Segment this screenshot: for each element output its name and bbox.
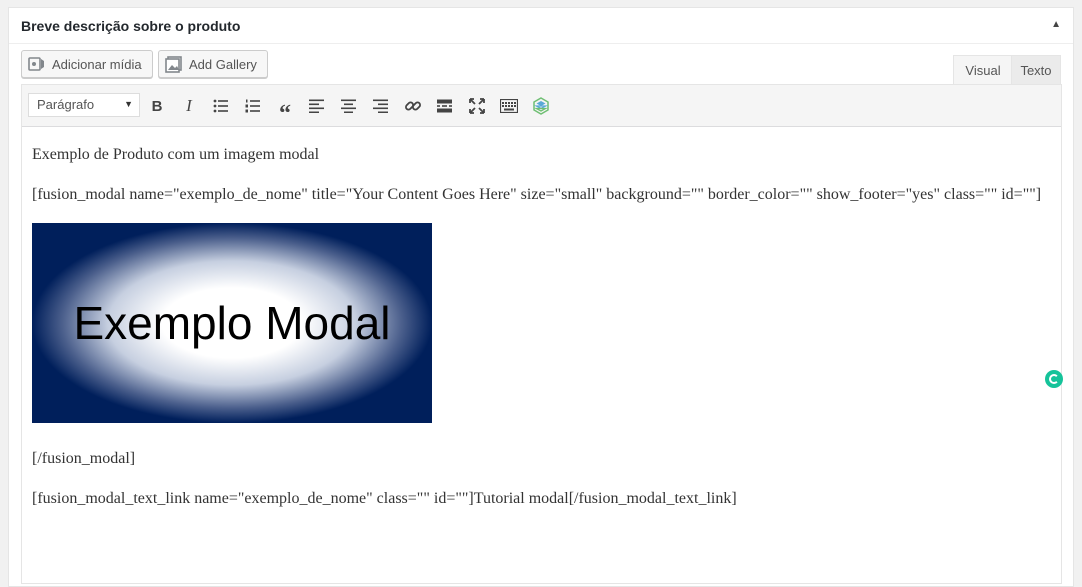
add-media-label: Adicionar mídia: [52, 56, 142, 72]
media-icon: [28, 55, 46, 73]
tab-visual[interactable]: Visual: [953, 55, 1013, 85]
arrow-up-icon[interactable]: ▲: [1051, 19, 1061, 30]
read-more-icon[interactable]: [434, 95, 456, 117]
bold-icon[interactable]: B: [146, 95, 168, 117]
product-short-description-box: Breve descrição sobre o produto ▲ Adicio…: [8, 7, 1074, 587]
content-paragraph-2: [fusion_modal name="exemplo_de_nome" tit…: [32, 186, 1042, 203]
add-gallery-label: Add Gallery: [189, 56, 257, 72]
modal-example-image[interactable]: Exemplo Modal: [32, 223, 432, 423]
align-right-icon[interactable]: [370, 95, 392, 117]
editor-content[interactable]: Exemplo de Produto com um imagem modal […: [32, 143, 1051, 527]
chevron-down-icon: ▼: [124, 99, 133, 109]
align-center-icon[interactable]: [338, 95, 360, 117]
postbox-header: Breve descrição sobre o produto ▲: [9, 8, 1073, 44]
italic-icon[interactable]: I: [178, 95, 200, 117]
align-left-icon[interactable]: [306, 95, 328, 117]
gallery-icon: [165, 55, 183, 73]
bulleted-list-icon[interactable]: [210, 95, 232, 117]
format-select[interactable]: Parágrafo ▼: [28, 93, 140, 117]
editor-toolbar: Parágrafo ▼ B I “: [22, 85, 1061, 127]
blockquote-icon[interactable]: “: [274, 95, 296, 127]
editor-area: Parágrafo ▼ B I “ Exemplo de Produto com…: [21, 84, 1062, 584]
toolbar-toggle-icon[interactable]: [498, 95, 520, 117]
image-caption-text: Exemplo Modal: [73, 297, 391, 349]
add-media-button[interactable]: Adicionar mídia: [21, 50, 153, 78]
content-paragraph-4: [fusion_modal_text_link name="exemplo_de…: [32, 490, 737, 507]
add-gallery-button[interactable]: Add Gallery: [158, 50, 268, 78]
numbered-list-icon[interactable]: [242, 95, 264, 117]
link-icon[interactable]: [402, 95, 424, 117]
grammarly-icon[interactable]: [1045, 370, 1063, 388]
postbox-title: Breve descrição sobre o produto: [21, 18, 241, 34]
content-paragraph-3: [/fusion_modal]: [32, 450, 136, 467]
content-paragraph-1: Exemplo de Produto com um imagem modal: [32, 146, 320, 163]
fusion-builder-icon[interactable]: [530, 95, 552, 117]
format-select-value: Parágrafo: [37, 97, 95, 112]
tab-text[interactable]: Texto: [1011, 55, 1061, 85]
fullscreen-icon[interactable]: [466, 95, 488, 117]
